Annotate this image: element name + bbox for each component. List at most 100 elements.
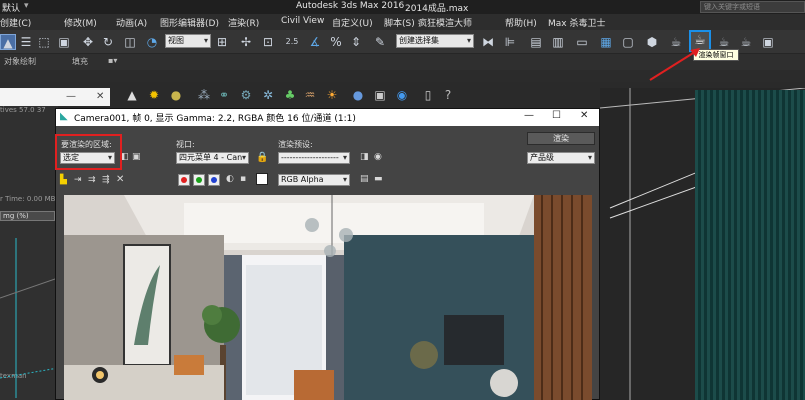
- render-scene-illustration: [64, 195, 592, 400]
- render-quality-select[interactable]: 产品级: [527, 152, 595, 164]
- stack-icon[interactable]: ▣: [372, 87, 388, 103]
- red-channel-toggle[interactable]: [178, 174, 190, 186]
- sun-light-icon[interactable]: ✹: [146, 87, 162, 103]
- pivot-center-icon[interactable]: ⊞: [214, 34, 230, 50]
- menu-help[interactable]: 帮助(H): [505, 16, 537, 29]
- schematic-view-icon[interactable]: ▢: [620, 34, 636, 50]
- populate-tab[interactable]: 填充: [72, 56, 88, 67]
- render-window-titlebar[interactable]: ◣ Camera001, 帧 0, 显示 Gamma: 2.2, RGBA 颜色…: [56, 109, 599, 126]
- rendered-image[interactable]: [64, 195, 592, 400]
- app-title: Autodesk 3ds Max 2016: [296, 1, 405, 11]
- rect-select-icon[interactable]: ⬚: [36, 34, 52, 50]
- display-channel-select[interactable]: RGB Alpha: [278, 174, 350, 186]
- left-progress-box: mg (%): [0, 211, 55, 221]
- help-icon[interactable]: ?: [440, 87, 456, 103]
- render-setup-icon[interactable]: ◨: [360, 152, 369, 162]
- print-icon[interactable]: ⇶: [102, 175, 110, 185]
- select-by-name-icon[interactable]: ☰: [18, 34, 34, 50]
- environment-icon[interactable]: ◉: [374, 152, 382, 162]
- toggle-ui-overlay-icon[interactable]: ▤: [360, 174, 369, 184]
- align-icon[interactable]: ⊫: [502, 34, 518, 50]
- close-icon[interactable]: ✕: [580, 110, 588, 121]
- render-frame-icon[interactable]: ◉: [394, 87, 410, 103]
- scale-icon[interactable]: ◫: [122, 34, 138, 50]
- close-icon[interactable]: ✕: [96, 91, 104, 102]
- render-iterative-icon[interactable]: ☕: [738, 34, 754, 50]
- minimize-icon[interactable]: —: [66, 91, 76, 102]
- curve-editor-icon[interactable]: ▦: [598, 34, 614, 50]
- clear-icon[interactable]: ✕: [116, 174, 124, 185]
- ribbon-options-icon[interactable]: ▪▾: [108, 56, 117, 65]
- object-paint-tab[interactable]: 对象绘制: [4, 56, 36, 67]
- mirror-icon[interactable]: ⧓: [480, 34, 496, 50]
- render-preset-select[interactable]: --------------------: [278, 152, 350, 164]
- left-viewport: tives 57.0 37 r Time: 0.00 MB texman: [0, 88, 58, 400]
- scene-explorer-icon[interactable]: ▥: [550, 34, 566, 50]
- green-channel-toggle[interactable]: [193, 174, 205, 186]
- menu-antivirus[interactable]: Max 杀毒卫士: [548, 16, 605, 29]
- toggle-ui-icon[interactable]: ▬: [374, 174, 383, 184]
- auto-region-icon[interactable]: ▣: [132, 152, 141, 162]
- layer-manager-icon[interactable]: ▤: [528, 34, 544, 50]
- render-icon[interactable]: ☀: [324, 87, 340, 103]
- color-swatch[interactable]: [256, 173, 268, 185]
- workspace-dropdown-icon[interactable]: ▾: [24, 1, 29, 11]
- toggle-ribbon-icon[interactable]: ▭: [574, 34, 590, 50]
- menu-plugin-master[interactable]: 疯狂模渲大师: [418, 16, 472, 29]
- hair-icon[interactable]: ♒: [302, 87, 318, 103]
- activeshade-icon[interactable]: ▣: [760, 34, 776, 50]
- window-crossing-icon[interactable]: ▣: [56, 34, 72, 50]
- snap-toggle-icon[interactable]: 2.5: [284, 34, 300, 50]
- ribbon-strip: 对象绘制 填充 ▪▾: [0, 54, 805, 70]
- monochrome-icon[interactable]: ▪: [240, 174, 246, 184]
- render-setup-icon[interactable]: ☕: [668, 34, 684, 50]
- menu-customize[interactable]: 自定义(U): [332, 16, 373, 29]
- plant-icon[interactable]: ♣: [282, 87, 298, 103]
- render-production-icon[interactable]: ☕: [716, 34, 732, 50]
- lock-icon[interactable]: 🔒: [256, 152, 268, 163]
- render-controls: 要渲染的区域: 选定 ◧ ▣ 视口: 四元菜单 4 - Can 🔒 渲染预设: …: [56, 126, 599, 186]
- sphere-light-icon[interactable]: ●: [168, 87, 184, 103]
- render-button[interactable]: 渲染: [527, 132, 595, 145]
- edit-named-selection-icon[interactable]: ✎: [372, 34, 388, 50]
- percent-snap-icon[interactable]: %: [328, 34, 344, 50]
- material-editor-icon[interactable]: ⬢: [644, 34, 660, 50]
- alpha-toggle-icon[interactable]: ◐: [226, 174, 234, 184]
- menu-civil-view[interactable]: Civil View: [281, 16, 324, 26]
- menu-create[interactable]: 创建(C): [0, 16, 31, 29]
- minimize-icon[interactable]: —: [524, 110, 534, 121]
- document-icon[interactable]: ▯: [420, 87, 436, 103]
- select-icon[interactable]: ▲: [0, 34, 16, 50]
- settings-icon[interactable]: ✲: [260, 87, 276, 103]
- select-manipulate-icon[interactable]: ✢: [238, 34, 254, 50]
- reference-coordinate-select[interactable]: 视图: [165, 34, 211, 48]
- maximize-icon[interactable]: ☐: [552, 110, 561, 121]
- copy-image-icon[interactable]: ⇥: [74, 175, 82, 185]
- viewport-select[interactable]: 四元菜单 4 - Can: [176, 152, 249, 164]
- keyboard-shortcut-icon[interactable]: ⊡: [260, 34, 276, 50]
- gear-icon[interactable]: ⚙: [238, 87, 254, 103]
- named-selection-set-select[interactable]: 创建选择集: [396, 34, 474, 48]
- clone-window-icon[interactable]: ⇉: [88, 175, 96, 185]
- menu-graph-editors[interactable]: 图形编辑器(D): [160, 16, 219, 29]
- menu-rendering[interactable]: 渲染(R): [228, 16, 259, 29]
- angle-snap-icon[interactable]: ∡: [307, 34, 323, 50]
- render-window-title: Camera001, 帧 0, 显示 Gamma: 2.2, RGBA 颜色 1…: [74, 114, 356, 124]
- cone-icon[interactable]: ▲: [124, 87, 140, 103]
- save-image-icon[interactable]: ▙: [60, 175, 67, 185]
- blue-channel-toggle[interactable]: [208, 174, 220, 186]
- menu-animation[interactable]: 动画(A): [116, 16, 147, 29]
- search-input[interactable]: 键入关键字或短语: [700, 1, 805, 13]
- highlight-annotation-box: [55, 134, 122, 170]
- rotate-icon[interactable]: ↻: [100, 34, 116, 50]
- menu-modify[interactable]: 修改(M): [64, 16, 97, 29]
- workspace-label[interactable]: 默认: [2, 1, 20, 14]
- move-icon[interactable]: ✥: [80, 34, 96, 50]
- select-place-icon[interactable]: ◔: [144, 34, 160, 50]
- menu-scripting[interactable]: 脚本(S): [384, 16, 415, 29]
- sphere-icon[interactable]: ●: [350, 87, 366, 103]
- teapot-icon: ☕: [694, 33, 706, 48]
- spinner-snap-icon[interactable]: ⇕: [348, 34, 364, 50]
- molecule-icon[interactable]: ⚭: [216, 87, 232, 103]
- particles-icon[interactable]: ⁂: [196, 87, 212, 103]
